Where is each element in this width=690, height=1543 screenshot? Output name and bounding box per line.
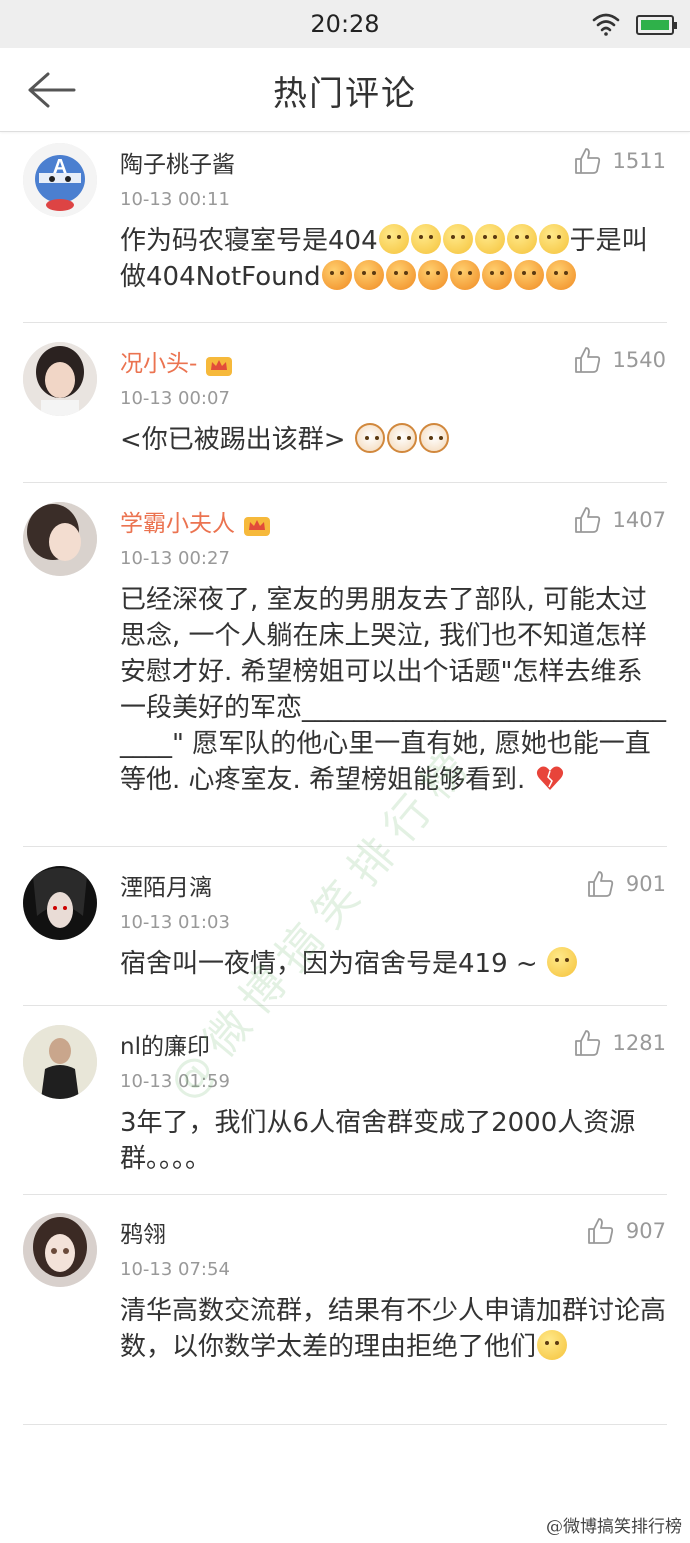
like-count: 907 — [625, 1219, 666, 1243]
nav-bar: 热门评论 — [0, 48, 690, 132]
divider — [23, 1005, 667, 1006]
angry-emoji-icon — [513, 260, 544, 290]
divider — [23, 1424, 667, 1425]
angry-emoji-icon — [449, 260, 480, 290]
thumbs-up-icon — [574, 347, 600, 373]
wifi-icon — [592, 13, 620, 36]
like-count: 1540 — [612, 348, 666, 372]
thinking-emoji-icon — [378, 224, 409, 254]
like-count: 901 — [625, 872, 666, 896]
avatar[interactable] — [23, 1025, 97, 1099]
vip-crown-icon — [244, 516, 270, 536]
like-count: 1281 — [612, 1031, 666, 1055]
cat-emoji-icon — [354, 423, 385, 453]
status-bar: 20:28 — [0, 0, 690, 48]
like-count: 1511 — [612, 149, 666, 173]
divider — [23, 846, 667, 847]
comment-text: 已经深夜了, 室友的男朋友去了部队, 可能太过思念, 一个人躺在床上哭泣, 我们… — [120, 585, 667, 795]
like-button[interactable]: 1540 — [573, 344, 666, 376]
like-button[interactable]: 901 — [586, 868, 666, 900]
angry-emoji-icon — [321, 260, 352, 290]
comment-text: 作为码农寝室号是404 于是叫做404NotFound — [120, 224, 648, 292]
thumbs-up-icon — [574, 1030, 600, 1056]
smile-emoji-icon — [537, 1330, 568, 1360]
divider — [23, 482, 667, 483]
credit-text: @微博搞笑排行榜 — [546, 1517, 682, 1537]
cat-emoji-icon — [418, 423, 449, 453]
like-button[interactable]: 1511 — [573, 145, 666, 177]
timestamp: 10-13 00:11 — [120, 189, 230, 210]
comment-text: <你已被踢出该群> — [120, 422, 668, 458]
divider — [23, 1194, 667, 1195]
like-button[interactable]: 1281 — [573, 1027, 666, 1059]
timestamp: 10-13 00:07 — [120, 388, 230, 409]
avatar[interactable] — [23, 866, 97, 940]
username[interactable]: 湮陌月漓 — [120, 868, 212, 902]
vip-crown-icon — [206, 356, 233, 376]
comment-text: 清华高数交流群，结果有不少人申请加群讨论高数，以你数学太差的理由拒绝了他们 — [120, 1296, 667, 1362]
username[interactable]: 况小头- — [120, 344, 233, 378]
like-button[interactable]: 1407 — [573, 504, 666, 536]
thinking-emoji-icon — [506, 224, 537, 254]
angry-emoji-icon — [481, 260, 512, 290]
username[interactable]: 鸦翎 — [120, 1215, 166, 1249]
avatar[interactable] — [23, 342, 97, 416]
timestamp: 10-13 07:54 — [120, 1259, 230, 1280]
cat-emoji-icon — [386, 423, 417, 453]
thinking-emoji-icon — [474, 224, 505, 254]
avatar[interactable] — [23, 502, 97, 576]
angry-emoji-icon — [545, 260, 576, 290]
timestamp: 10-13 00:27 — [120, 548, 230, 569]
thumbs-up-icon — [574, 148, 600, 174]
page-title: 热门评论 — [273, 74, 417, 114]
angry-emoji-icon — [385, 260, 416, 290]
laughing-tears-emoji-icon — [546, 947, 577, 977]
battery-icon — [636, 15, 677, 35]
comment-text: 宿舍叫一夜情，因为宿舍号是419 ~ — [120, 946, 668, 982]
avatar[interactable] — [23, 1213, 97, 1287]
svg-text:A: A — [53, 156, 67, 178]
username[interactable]: nl的廉印 — [120, 1027, 210, 1061]
timestamp: 10-13 01:59 — [120, 1071, 230, 1092]
status-time: 20:28 — [310, 10, 380, 38]
thumbs-up-icon — [588, 1218, 614, 1244]
avatar[interactable]: A — [23, 143, 97, 217]
angry-emoji-icon — [417, 260, 448, 290]
thumbs-up-icon — [574, 507, 600, 533]
thinking-emoji-icon — [410, 224, 441, 254]
angry-emoji-icon — [353, 260, 384, 290]
broken-heart-emoji-icon — [536, 766, 563, 790]
username[interactable]: 学霸小夫人 — [120, 504, 271, 538]
divider — [23, 322, 667, 323]
comment-text: 3年了，我们从6人宿舍群变成了2000人资源群。。。。 — [120, 1108, 636, 1174]
like-count: 1407 — [612, 508, 666, 532]
like-button[interactable]: 907 — [586, 1215, 666, 1247]
thinking-emoji-icon — [442, 224, 473, 254]
thinking-emoji-icon — [538, 224, 569, 254]
thumbs-up-icon — [588, 871, 614, 897]
timestamp: 10-13 01:03 — [120, 912, 230, 933]
username[interactable]: 陶子桃子酱 — [120, 145, 235, 179]
